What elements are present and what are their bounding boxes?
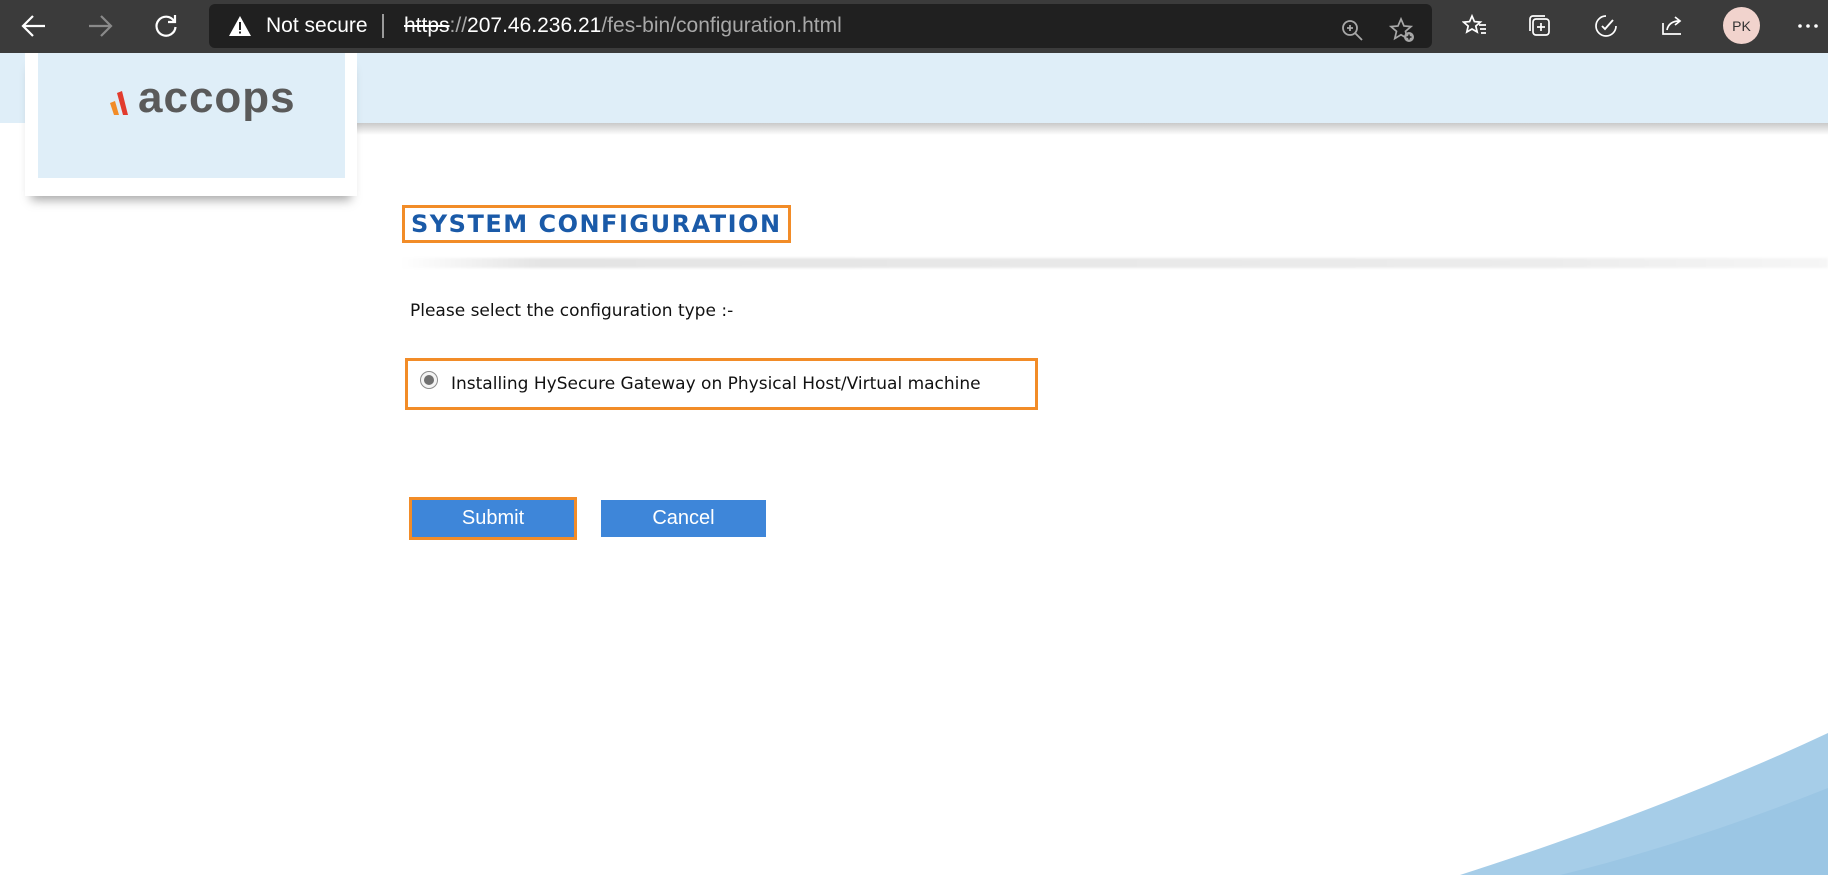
share-icon[interactable]	[1654, 8, 1690, 44]
url-text[interactable]: https://207.46.236.21/fes-bin/configurat…	[404, 14, 842, 38]
decorative-swoosh	[1460, 733, 1828, 875]
collections-icon[interactable]	[1522, 8, 1558, 44]
url-path: /fes-bin/configuration.html	[601, 14, 842, 37]
more-options-icon[interactable]	[1790, 8, 1826, 44]
back-icon[interactable]	[16, 8, 52, 44]
refresh-icon[interactable]	[148, 8, 184, 44]
url-scheme: https	[404, 14, 450, 37]
favorites-icon[interactable]	[1457, 8, 1493, 44]
add-favorite-icon[interactable]	[1384, 12, 1420, 48]
url-host: 207.46.236.21	[467, 14, 602, 37]
forward-icon[interactable]	[82, 8, 118, 44]
security-label[interactable]: Not secure	[266, 14, 368, 38]
browser-essentials-icon[interactable]	[1588, 8, 1624, 44]
page-content: accops SYSTEM CONFIGURATION Please selec…	[0, 53, 1828, 875]
zoom-icon[interactable]	[1334, 12, 1370, 48]
browser-toolbar: Not secure https://207.46.236.21/fes-bin…	[0, 0, 1828, 53]
address-bar[interactable]: Not secure https://207.46.236.21/fes-bin…	[209, 4, 1432, 48]
warning-icon[interactable]	[228, 15, 252, 41]
profile-avatar[interactable]: PK	[1723, 7, 1760, 44]
address-divider	[382, 14, 384, 38]
